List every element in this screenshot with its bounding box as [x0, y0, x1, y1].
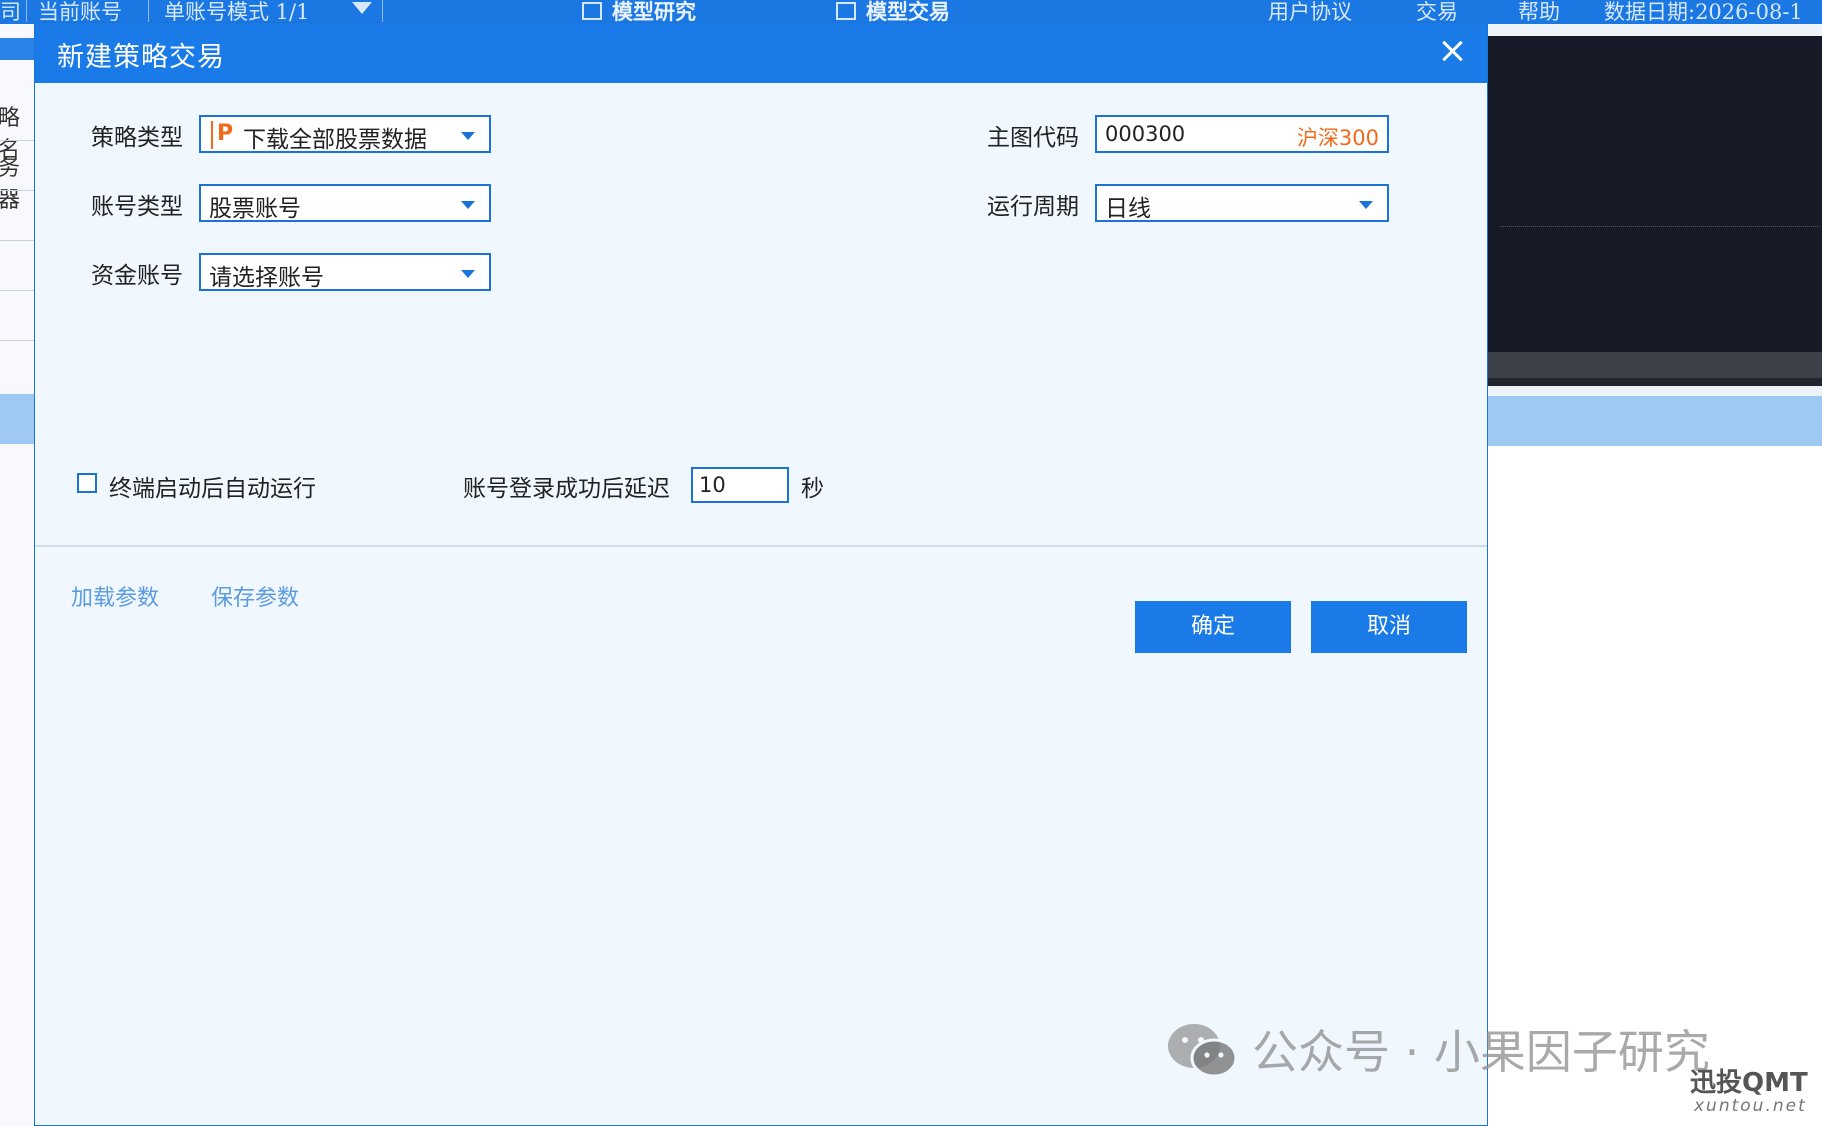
brand-logo: 迅投QMT [1690, 1068, 1808, 1098]
close-icon[interactable] [1437, 36, 1467, 66]
delay-unit: 秒 [801, 476, 824, 502]
data-date: 数据日期:2026-08-1 [1604, 0, 1803, 24]
brand-domain: xuntou.net [1694, 1096, 1807, 1116]
dialog-title: 新建策略交易 [57, 42, 225, 73]
dialog-divider [35, 545, 1487, 547]
save-params-link[interactable]: 保存参数 [211, 580, 299, 612]
dialog-header: 新建策略交易 [35, 23, 1487, 83]
fund-account-select[interactable]: 请选择账号 [199, 253, 491, 291]
tab-model-trading[interactable]: 模型交易 [866, 0, 950, 24]
chevron-down-icon[interactable] [461, 132, 475, 140]
panel-header-strip [0, 38, 36, 60]
menu-user-agreement[interactable]: 用户协议 [1268, 0, 1352, 24]
run-period-label: 运行周期 [987, 194, 1079, 220]
topbar-left-fragment: 司 [0, 0, 21, 24]
chevron-down-icon[interactable] [461, 201, 475, 209]
new-strategy-dialog: 新建策略交易 策略类型 P 下载全部股票数据 账号类型 股票账号 资金账号 请选… [34, 22, 1488, 1126]
strategy-type-select[interactable]: P 下载全部股票数据 [199, 115, 491, 153]
fund-account-label: 资金账号 [91, 263, 183, 289]
main-code-name: 沪深300 [1296, 126, 1379, 150]
grid-line [1500, 226, 1820, 227]
strategy-type-label: 策略类型 [91, 125, 183, 151]
tab-model-research[interactable]: 模型研究 [612, 0, 696, 24]
delay-label: 账号登录成功后延迟 [463, 476, 670, 502]
current-account-label: 当前账号 [38, 0, 122, 24]
server-column: 务器 [0, 156, 21, 213]
watermark: 公众号 · 小果因子研究 迅投QMT xuntou.net [1166, 1012, 1822, 1126]
chart-icon [836, 2, 856, 20]
chevron-down-icon[interactable] [1359, 201, 1373, 209]
chart-icon [582, 2, 602, 20]
topbar-separator [382, 0, 383, 22]
account-mode-selector[interactable]: 单账号模式 1/1 [164, 0, 309, 24]
row-divider [0, 240, 36, 241]
panel-band [1480, 396, 1822, 446]
auto-run-checkbox[interactable] [77, 473, 97, 493]
topbar-separator [26, 0, 27, 22]
delay-seconds-input[interactable]: 10 [691, 467, 789, 503]
chart-panel [1480, 36, 1822, 352]
chart-scrollbar[interactable] [1480, 352, 1822, 378]
strategy-type-value: 下载全部股票数据 [243, 127, 427, 153]
menu-help[interactable]: 帮助 [1518, 0, 1560, 24]
watermark-text: 公众号 · 小果因子研究 [1252, 1025, 1710, 1079]
menu-trade[interactable]: 交易 [1416, 0, 1458, 24]
cancel-button[interactable]: 取消 [1311, 601, 1467, 653]
row-divider [0, 140, 36, 141]
auto-run-label[interactable]: 终端启动后自动运行 [109, 469, 316, 503]
app-top-bar: 司 当前账号 单账号模式 1/1 模型研究 模型交易 用户协议 交易 帮助 数据… [0, 0, 1822, 24]
chart-footer [1480, 378, 1822, 386]
panel-band [0, 394, 36, 444]
chevron-down-icon[interactable] [461, 270, 475, 278]
row-divider [0, 190, 36, 191]
account-type-label: 账号类型 [91, 194, 183, 220]
python-icon: P [211, 121, 237, 149]
confirm-button[interactable]: 确定 [1135, 601, 1291, 653]
load-params-link[interactable]: 加载参数 [71, 580, 159, 612]
main-code-label: 主图代码 [987, 125, 1079, 151]
main-code-value: 000300 [1105, 122, 1186, 146]
row-divider [0, 290, 36, 291]
left-strategy-panel: 略名 务器 [0, 24, 36, 1126]
run-period-select[interactable]: 日线 [1095, 184, 1389, 222]
delay-seconds-value: 10 [699, 473, 726, 497]
row-divider [0, 340, 36, 341]
main-code-input[interactable]: 000300 沪深300 [1095, 115, 1389, 153]
run-period-value: 日线 [1105, 196, 1151, 222]
wechat-icon [1168, 1024, 1238, 1078]
chevron-down-icon[interactable] [352, 2, 372, 14]
account-type-value: 股票账号 [209, 196, 301, 222]
fund-account-value: 请选择账号 [209, 265, 324, 291]
account-type-select[interactable]: 股票账号 [199, 184, 491, 222]
topbar-separator [148, 0, 149, 22]
